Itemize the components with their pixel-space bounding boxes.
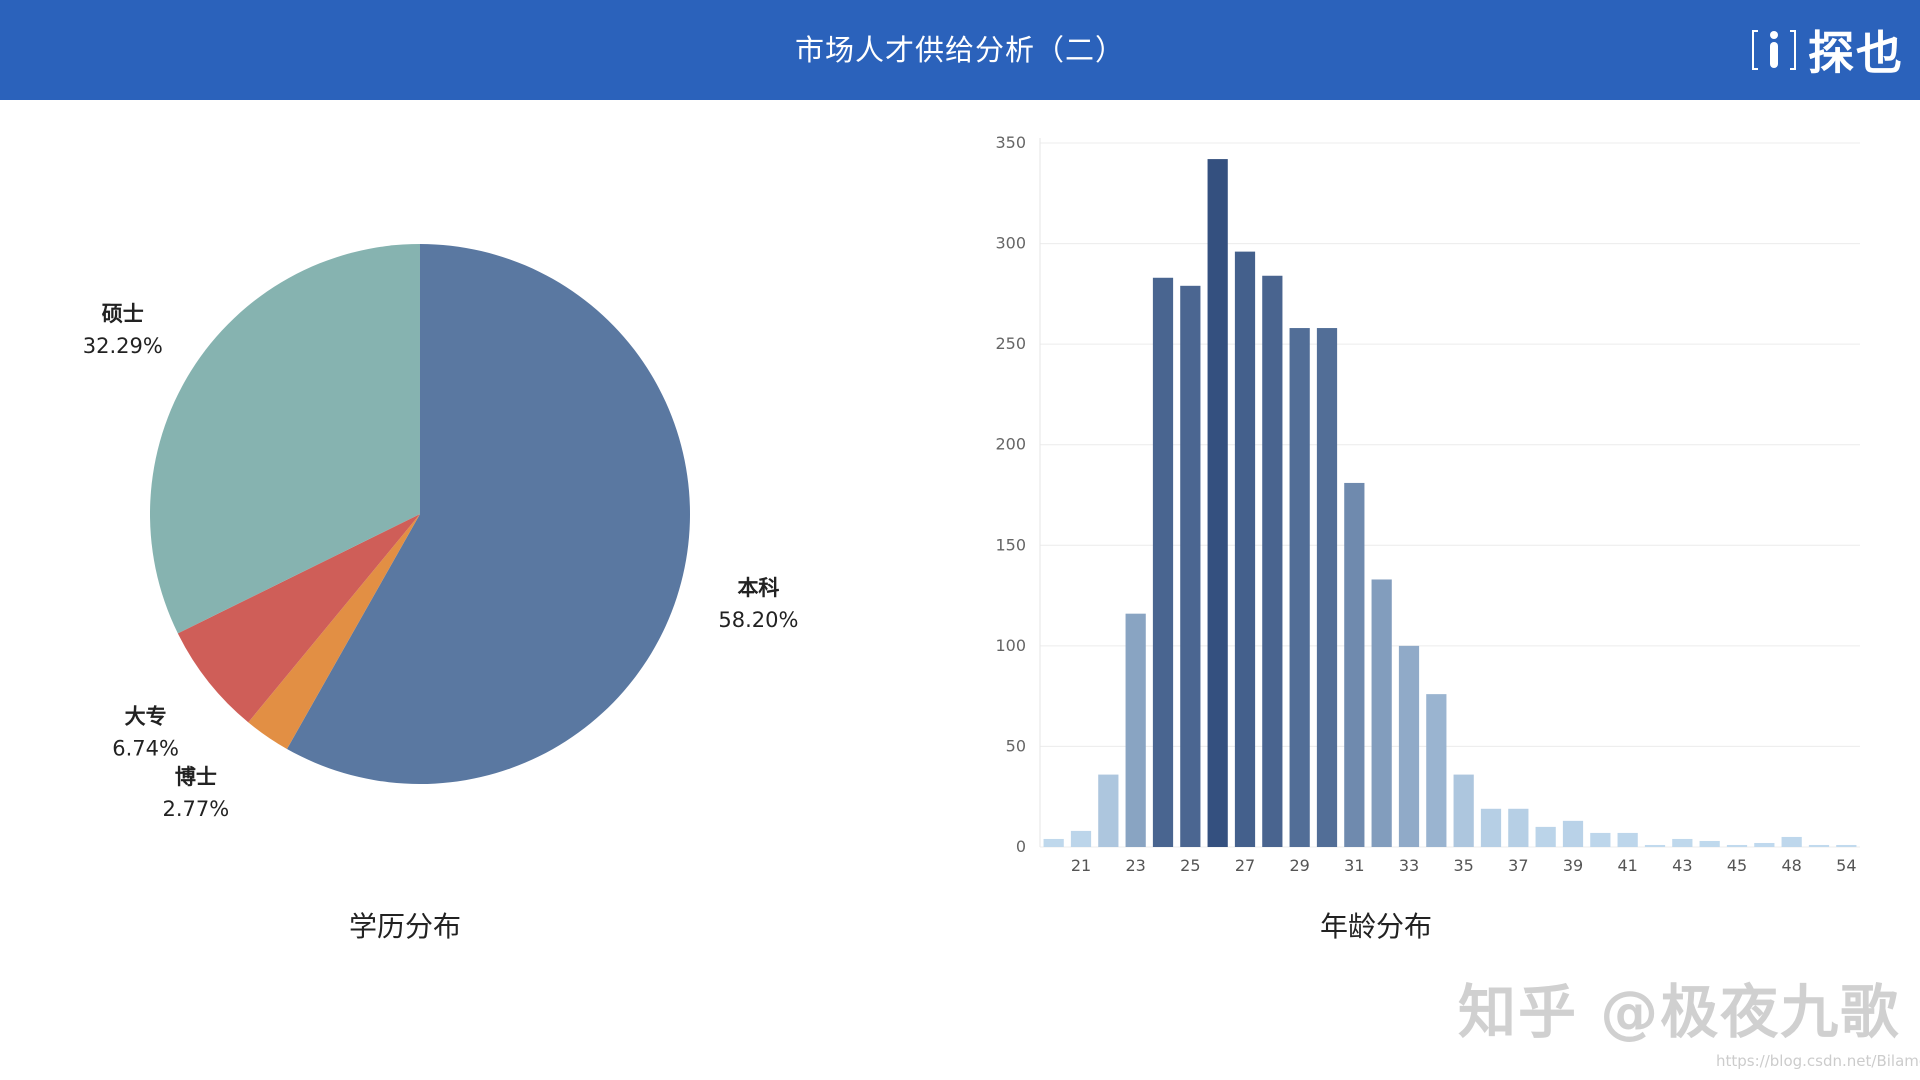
x-tick-label: 33 [1399,856,1419,875]
x-tick-label: 25 [1180,856,1200,875]
x-tick-label: 23 [1125,856,1145,875]
bar-age-50 [1808,844,1830,847]
pie-percent-label: 2.77% [163,797,230,821]
bar-age-37 [1508,808,1529,847]
x-tick-label: 39 [1563,856,1583,875]
x-tick-label: 37 [1508,856,1528,875]
x-tick-label: 31 [1344,856,1364,875]
x-tick-label: 48 [1781,856,1801,875]
bar-age-39 [1562,820,1584,847]
bar-age-38 [1535,826,1556,847]
pie-label: 本科 [737,576,779,600]
bar-age-20 [1043,838,1064,847]
x-tick-label: 29 [1289,856,1309,875]
bracket-logo-icon [1752,30,1796,70]
bar-age-46 [1754,842,1775,847]
education-caption: 学历分布 [348,910,461,943]
bar-age-29 [1289,328,1310,848]
y-tick-label: 250 [995,334,1026,353]
x-tick-label: 43 [1672,856,1692,875]
bar-age-33 [1398,645,1420,847]
bar-age-23 [1125,613,1146,847]
bar-age-34 [1426,694,1447,847]
pie-label: 硕士 [102,302,144,326]
bar-age-45 [1726,844,1748,847]
x-tick-label: 27 [1235,856,1255,875]
pie-percent-label: 58.20% [718,608,798,632]
bar-age-48 [1781,836,1802,847]
pie-label: 大专 [125,704,167,728]
bar-age-35 [1453,774,1474,847]
x-tick-label: 35 [1453,856,1473,875]
x-tick-label: 45 [1727,856,1747,875]
bar-age-26 [1207,159,1228,847]
watermark-text: 知乎 @极夜九歌 [1458,978,1901,1046]
bar-age-21 [1070,830,1092,847]
bar-age-36 [1480,808,1502,847]
y-tick-label: 150 [995,535,1026,554]
watermark-url: https://blog.csdn.net/Bilamo [1716,1052,1920,1070]
y-tick-label: 100 [995,636,1026,655]
x-tick-label: 21 [1071,856,1091,875]
bar-age-24 [1152,277,1174,847]
age-caption: 年龄分布 [1319,910,1432,943]
bar-age-30 [1316,328,1338,848]
brand-logo: 探也 [1750,20,1904,80]
bar-age-44 [1699,840,1720,847]
y-tick-label: 200 [995,435,1026,454]
bar-age-27 [1234,251,1256,848]
bar-age-40 [1590,832,1611,847]
bar-age-25 [1180,285,1201,848]
bar-age-54 [1836,844,1857,847]
pie-percent-label: 32.29% [83,334,163,358]
logo-text: 探也 [1808,26,1904,80]
bar-age-28 [1262,275,1283,847]
age-bar-chart: 0 50 100 150 200 250 300 350 21 23 25 27 29 31 33 35 37 3… [995,133,1860,875]
x-tick-label: 41 [1617,856,1637,875]
bar-age-32 [1371,579,1392,847]
y-tick-label: 350 [995,133,1026,152]
y-tick-label: 50 [1006,736,1026,755]
pie-percent-label: 6.74% [112,736,179,760]
y-tick-label: 300 [995,234,1026,253]
bar-age-42 [1644,844,1666,847]
bar-age-43 [1672,838,1693,847]
bar-age-22 [1098,774,1119,847]
y-tick-label: 0 [1016,837,1026,856]
x-tick-label: 54 [1836,856,1856,875]
bar-age-31 [1344,482,1365,847]
education-pie-chart: 本科 58.20% 博士 2.77% 大专 6.74% 硕士 32.29% [83,244,798,821]
page-title: 市场人才供给分析（二） [794,33,1125,67]
pie-label: 博士 [175,765,217,789]
bar-age-41 [1617,832,1638,847]
